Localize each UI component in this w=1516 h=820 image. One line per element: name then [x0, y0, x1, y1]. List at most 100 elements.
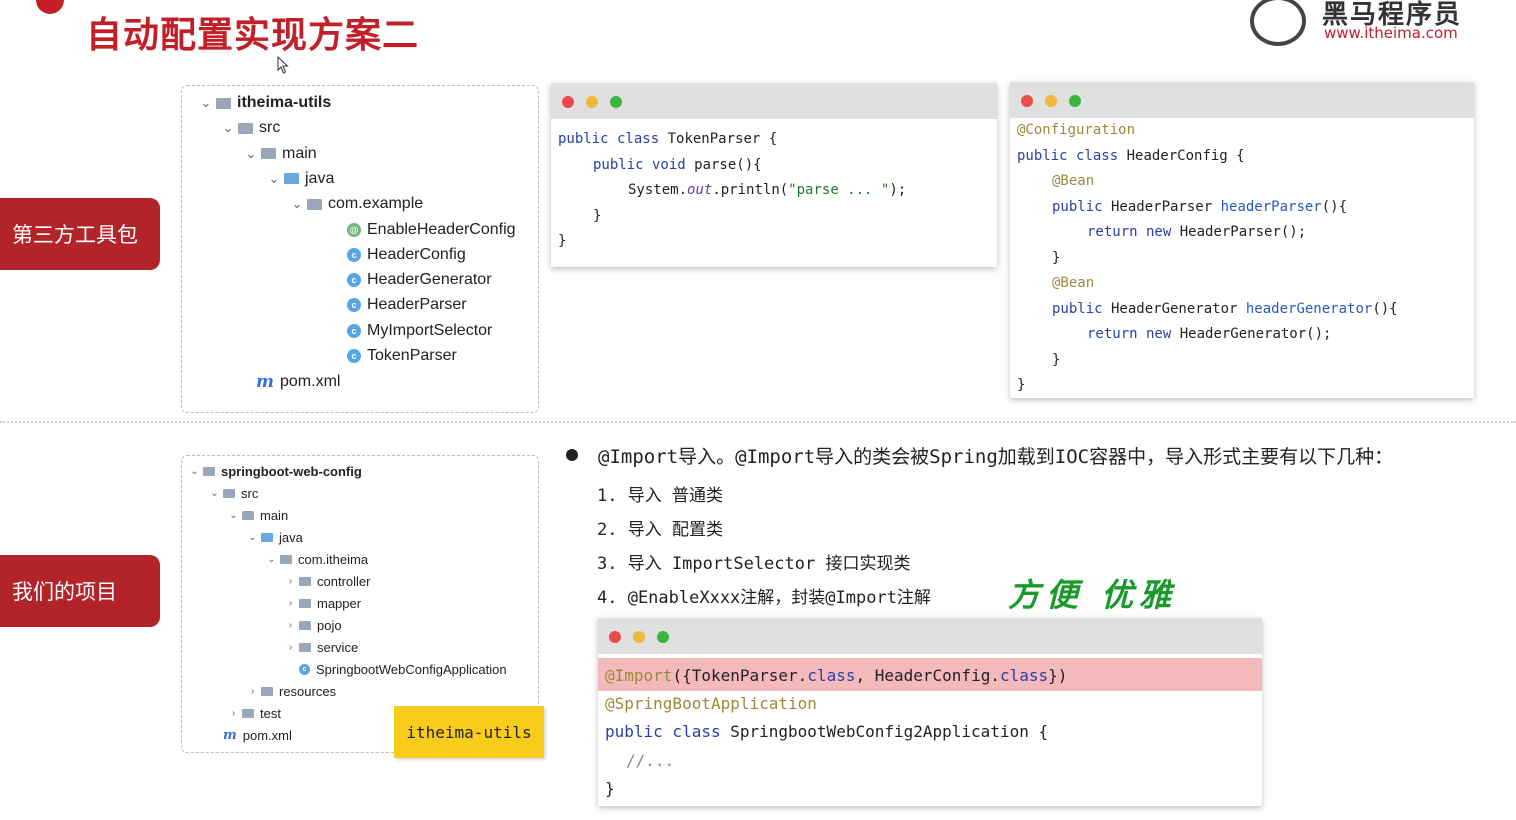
module-folder-icon — [216, 97, 231, 109]
window-titlebar — [1010, 82, 1474, 118]
tree-item[interactable]: c TokenParser — [327, 347, 457, 365]
tree-item[interactable]: › test — [225, 706, 281, 721]
section-label-third-party: 第三方工具包 — [0, 198, 160, 270]
logo-url: www.itheima.com — [1324, 24, 1458, 42]
maximize-dot-icon — [1069, 95, 1081, 107]
tree-item[interactable]: c HeaderParser — [327, 296, 467, 314]
tree-item[interactable]: m pom.xml — [206, 728, 292, 743]
chevron-down-icon[interactable]: ⌄ — [287, 196, 307, 212]
tree-item[interactable]: c HeaderGenerator — [327, 271, 492, 289]
close-dot-icon — [562, 96, 574, 108]
code-line: return new HeaderParser(); — [1087, 224, 1307, 240]
minimize-dot-icon — [586, 96, 598, 108]
tree-item-label: SpringbootWebConfigApplication — [316, 662, 507, 677]
tree-item[interactable]: ⌄ src — [218, 119, 281, 137]
chevron-down-icon[interactable]: ⌄ — [264, 171, 284, 187]
tree-item-label: pojo — [317, 618, 342, 633]
tree-item[interactable]: ⌄ com.itheima — [263, 552, 368, 567]
tree-item-label: itheima-utils — [237, 94, 332, 111]
section-divider — [0, 421, 1516, 423]
chevron-down-icon[interactable]: ⌄ — [196, 95, 216, 111]
tree-item[interactable]: ⌄ java — [264, 169, 335, 188]
tree-item[interactable]: › controller — [282, 574, 371, 589]
tree-item[interactable]: c MyImportSelector — [327, 322, 492, 340]
tree-item[interactable]: › mapper — [282, 596, 361, 611]
import-description: @Import导入。@Import导入的类会被Spring加载到IOC容器中，导… — [598, 446, 1394, 468]
code-line: } — [605, 779, 615, 798]
list-item: 1. 导入 普通类 — [597, 486, 723, 506]
maximize-dot-icon — [610, 96, 622, 108]
tree-item[interactable]: ⌄ main — [225, 508, 288, 523]
code-line: } — [593, 208, 602, 224]
source-folder-icon — [261, 533, 273, 542]
code-line: return new HeaderGenerator(); — [1087, 326, 1332, 342]
tree-item-label: HeaderGenerator — [367, 271, 492, 289]
tree-item-label: test — [260, 706, 281, 721]
tree-item-label: com.example — [328, 195, 424, 213]
chevron-right-icon[interactable]: › — [282, 642, 299, 653]
code-line: public HeaderParser headerParser(){ — [1052, 199, 1348, 215]
package-icon — [280, 555, 292, 564]
class-icon: c — [347, 349, 361, 363]
code-window-application: @Import({TokenParser.class, HeaderConfig… — [598, 618, 1262, 806]
tree-item[interactable]: › resources — [244, 684, 336, 699]
title-bullet-icon — [36, 0, 64, 14]
tree-item-label: TokenParser — [367, 347, 457, 364]
chevron-down-icon[interactable]: ⌄ — [244, 532, 261, 543]
code-line: } — [558, 233, 567, 249]
tree-item-label: java — [279, 530, 303, 545]
tree-item[interactable]: c SpringbootWebConfigApplication — [282, 662, 507, 677]
chevron-down-icon[interactable]: ⌄ — [218, 120, 238, 136]
chevron-right-icon[interactable]: › — [282, 598, 299, 609]
tree-item[interactable]: › service — [282, 640, 358, 655]
maximize-dot-icon — [657, 631, 669, 643]
tree-item-label: EnableHeaderConfig — [367, 220, 516, 238]
tree-item[interactable]: ⌄ springboot-web-config — [186, 464, 362, 479]
project-tree-itheima-utils: ⌄ itheima-utils ⌄ src ⌄ main ⌄ java ⌄ com.example… — [181, 85, 539, 413]
code-line: public class HeaderConfig { — [1017, 148, 1245, 164]
window-titlebar — [598, 618, 1262, 654]
chevron-right-icon[interactable]: › — [225, 708, 242, 719]
tree-item-label: java — [305, 169, 335, 187]
chevron-right-icon[interactable]: › — [282, 620, 299, 631]
window-titlebar — [551, 83, 997, 119]
tree-item[interactable]: ⌄ com.example — [287, 195, 424, 213]
close-dot-icon — [609, 631, 621, 643]
chevron-down-icon[interactable]: ⌄ — [225, 510, 242, 521]
close-dot-icon — [1021, 95, 1033, 107]
tree-item[interactable]: @ EnableHeaderConfig — [327, 221, 516, 239]
tree-item[interactable]: c HeaderConfig — [327, 246, 466, 264]
tree-item[interactable]: › pojo — [282, 618, 342, 633]
code-line: public class SpringbootWebConfig2Applica… — [605, 722, 1049, 741]
code-line: } — [1017, 377, 1026, 393]
slide-title: 自动配置实现方案二 — [86, 15, 420, 56]
folder-icon — [242, 511, 254, 520]
list-item: 4. @EnableXxxx注解，封装@Import注解 — [597, 588, 931, 608]
tree-item[interactable]: ⌄ itheima-utils — [196, 94, 332, 112]
code-line: public HeaderGenerator headerGenerator()… — [1052, 301, 1398, 317]
tree-item-label: resources — [279, 684, 337, 699]
brand-logo: 黑马程序员 www.itheima.com — [1250, 0, 1512, 48]
source-folder-icon — [284, 173, 299, 185]
chevron-down-icon[interactable]: ⌄ — [206, 488, 223, 499]
tree-item-label: service — [317, 640, 359, 655]
tree-item[interactable]: ⌄ src — [206, 486, 258, 501]
package-icon — [299, 577, 311, 586]
code-line: @Bean — [1052, 173, 1095, 189]
tree-item[interactable]: ⌄ java — [244, 530, 303, 545]
code-line: } — [1052, 352, 1061, 368]
mouse-pointer-icon — [277, 56, 289, 74]
section-label-our-project: 我们的项目 — [0, 555, 160, 627]
tree-item-label: HeaderConfig — [367, 245, 466, 263]
chevron-right-icon[interactable]: › — [282, 576, 299, 587]
folder-icon — [261, 148, 276, 160]
chevron-down-icon[interactable]: ⌄ — [263, 554, 280, 565]
tree-item[interactable]: ⌄ main — [241, 145, 317, 163]
chevron-down-icon[interactable]: ⌄ — [186, 466, 203, 477]
chevron-down-icon[interactable]: ⌄ — [241, 146, 261, 162]
folder-icon — [223, 489, 235, 498]
tree-item[interactable]: m pom.xml — [236, 372, 340, 392]
tree-item-label: com.itheima — [298, 552, 369, 567]
chevron-right-icon[interactable]: › — [244, 686, 261, 697]
code-window-header-config: @Configuration public class HeaderConfig… — [1010, 82, 1474, 398]
